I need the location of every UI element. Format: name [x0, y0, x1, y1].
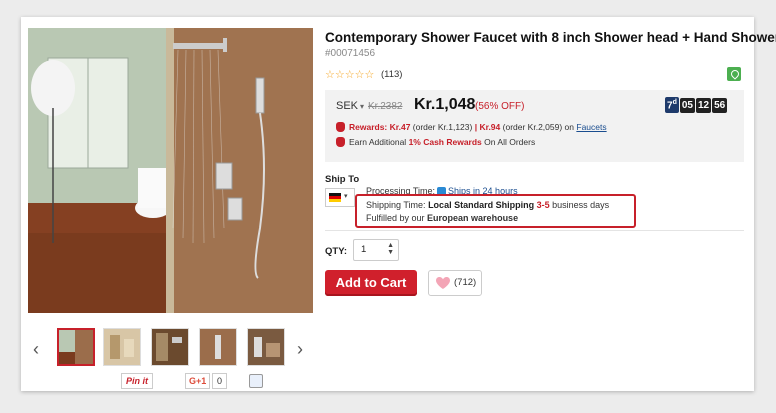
chevron-down-icon: ▾	[344, 193, 348, 200]
shipping-method: Local Standard Shipping	[428, 200, 535, 210]
heart-icon	[436, 277, 450, 289]
shipping-suffix: business days	[552, 200, 610, 210]
fulfilled-prefix: Fulfilled by our	[366, 213, 425, 223]
thumbnail-5[interactable]	[247, 328, 285, 366]
fulfilled-warehouse: European warehouse	[427, 213, 519, 223]
wishlist-button[interactable]: (712)	[428, 270, 482, 296]
thumbnail-next-icon[interactable]: ›	[297, 339, 303, 360]
google-plus-count: 0	[212, 373, 228, 389]
cash-suffix: On All Orders	[484, 137, 536, 147]
review-count[interactable]: (113)	[381, 69, 402, 80]
product-card: ‹ › Pin it G+1 0 Contemporary Shower Fau…	[21, 17, 776, 391]
thumbnail-2[interactable]	[103, 328, 141, 366]
stepper-arrows-icon: ▲ ▼	[387, 242, 394, 256]
chevron-down-icon: ▾	[360, 102, 365, 111]
rewards-label-2: Kr.94	[479, 122, 501, 132]
shipping-time: Shipping Time: Local Standard Shipping 3…	[366, 200, 609, 210]
thumbnail-prev-icon[interactable]: ‹	[33, 339, 39, 360]
thumbnail-3[interactable]	[151, 328, 189, 366]
rewards-line: Rewards: Kr.47 (order Kr.1,123) | Kr.94 …	[336, 121, 607, 133]
product-sku: #00071456	[325, 48, 376, 59]
wishlist-count: (712)	[454, 277, 477, 288]
quantity-select[interactable]: 1 ▲ ▼	[353, 239, 399, 261]
old-price: Kr.2382	[368, 101, 403, 112]
rewards-order: (order Kr.1,123)	[412, 122, 473, 132]
timer-seconds: 56	[712, 98, 728, 114]
divider	[325, 230, 744, 231]
money-bag-icon	[336, 121, 345, 132]
shipping-info-box: Shipping Time: Local Standard Shipping 3…	[355, 194, 636, 228]
shipping-time-label: Shipping Time:	[366, 200, 426, 210]
quantity-value: 1	[361, 244, 367, 255]
country-select[interactable]: ▾	[325, 188, 355, 207]
google-plus-button[interactable]: G+1	[185, 373, 211, 389]
main-product-image[interactable]	[28, 28, 313, 313]
timer-minutes: 12	[695, 98, 712, 114]
rewards-order-2: (order Kr.2,059) on	[502, 122, 574, 132]
ship-to-label: Ship To	[325, 174, 360, 185]
germany-flag-icon	[329, 193, 341, 202]
rating-stars-icon[interactable]: ☆☆☆☆☆	[325, 68, 374, 81]
countdown-timer: 7d 05 12 56	[665, 97, 728, 114]
rewards-sep: |	[474, 122, 478, 132]
price-box: SEK ▾ Kr.2382 Kr.1,048 (56% OFF) 7d 05 12 56…	[325, 90, 744, 162]
thumbnail-4[interactable]	[199, 328, 237, 366]
current-price: Kr.1,048	[414, 96, 476, 113]
fulfilled-by: Fulfilled by our European warehouse	[366, 213, 518, 223]
timer-hours: 05	[679, 98, 695, 114]
pinterest-button[interactable]: Pin it	[121, 373, 153, 389]
discount-badge: (56% OFF)	[475, 101, 525, 112]
qty-label: QTY:	[325, 246, 347, 257]
money-bag-icon	[336, 136, 345, 147]
product-title: Contemporary Shower Faucet with 8 inch S…	[325, 30, 776, 45]
rewards-label: Rewards: Kr.47	[349, 122, 411, 132]
add-to-cart-button[interactable]: Add to Cart	[325, 270, 417, 296]
cash-highlight: 1% Cash Rewards	[408, 137, 482, 147]
map-pin-icon[interactable]	[727, 67, 741, 81]
cash-rewards-line: Earn Additional 1% Cash Rewards On All O…	[336, 136, 536, 148]
faucets-link[interactable]: Faucets	[576, 122, 606, 132]
shipping-days: 3-5	[536, 200, 550, 210]
currency-label: SEK	[336, 100, 359, 112]
favorite-icon[interactable]	[249, 374, 263, 388]
currency-select[interactable]: SEK ▾	[336, 100, 364, 112]
timer-days: 7d	[665, 97, 679, 114]
thumbnail-1[interactable]	[57, 328, 95, 366]
cash-prefix: Earn Additional	[349, 137, 407, 147]
